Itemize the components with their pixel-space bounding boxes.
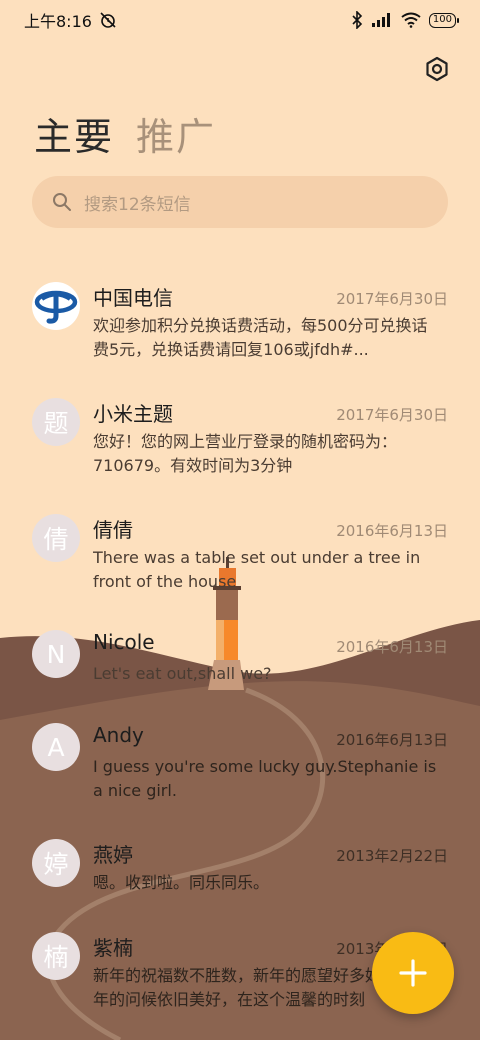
search-bar[interactable]: 搜索12条短信	[32, 176, 448, 228]
status-right: 100	[351, 11, 460, 29]
avatar: 倩	[32, 514, 80, 562]
alarm-off-icon	[100, 12, 116, 28]
conversation-item[interactable]: 题 小米主题 2017年6月30日 您好！您的网上营业厅登录的随机密码为：710…	[0, 386, 480, 486]
contact-name: Nicole	[93, 630, 155, 654]
search-icon	[53, 193, 71, 211]
message-preview: I guess you're some lucky guy.Stephanie …	[93, 757, 437, 800]
new-message-button[interactable]	[372, 932, 454, 1014]
contact-name: 小米主题	[93, 402, 173, 426]
message-preview: 您好！您的网上营业厅登录的随机密码为：710679。有效时间为3分钟	[93, 432, 398, 475]
conversation-item[interactable]: 倩 倩倩 2016年6月13日 There was a table set ou…	[0, 502, 480, 602]
china-telecom-logo-avatar	[32, 282, 80, 330]
message-date: 2013年2月22日	[336, 847, 448, 865]
conversation-item[interactable]: N Nicole 2016年6月13日 Let's eat out,shall …	[0, 618, 480, 718]
avatar: 婷	[32, 839, 80, 887]
message-date: 2016年6月13日	[336, 731, 448, 749]
contact-name: Andy	[93, 723, 144, 747]
message-preview: 嗯。收到啦。同乐同乐。	[93, 873, 270, 892]
status-bar: 上午8:16 100	[0, 0, 480, 40]
contact-name: 燕婷	[93, 843, 133, 867]
avatar: 题	[32, 398, 80, 446]
message-date: 2016年6月13日	[336, 638, 448, 656]
avatar: 楠	[32, 932, 80, 980]
message-date: 2017年6月30日	[336, 290, 448, 308]
status-time: 上午8:16	[24, 12, 92, 31]
message-preview: 欢迎参加积分兑换话费活动，每500分可兑换话费5元，兑换话费请回复106或jfd…	[93, 316, 428, 359]
message-date: 2016年6月13日	[336, 522, 448, 540]
bluetooth-icon	[352, 11, 363, 29]
gear-icon	[426, 56, 448, 82]
message-preview: Let's eat out,shall we?	[93, 664, 272, 683]
contact-name: 倩倩	[93, 518, 133, 542]
category-tabs: 主要 推广	[34, 106, 216, 161]
conversation-item[interactable]: A Andy 2016年6月13日 I guess you're some lu…	[0, 711, 480, 811]
status-left: 上午8:16	[24, 8, 118, 32]
plus-icon	[399, 959, 427, 987]
conversation-item[interactable]: 中国电信 2017年6月30日 欢迎参加积分兑换话费活动，每500分可兑换话费5…	[0, 270, 480, 370]
contact-name: 中国电信	[93, 286, 173, 310]
avatar: N	[32, 630, 80, 678]
message-preview: There was a table set out under a tree i…	[93, 548, 421, 591]
contact-name: 紫楠	[93, 936, 133, 960]
signal-icon	[371, 13, 390, 27]
tab-primary[interactable]: 主要	[34, 106, 114, 161]
tab-promotions[interactable]: 推广	[136, 106, 216, 161]
china-telecom-logo-icon	[34, 290, 78, 324]
avatar: A	[32, 723, 80, 771]
search-placeholder: 搜索12条短信	[84, 194, 191, 215]
wifi-icon	[401, 12, 421, 28]
settings-button[interactable]	[420, 52, 454, 86]
message-date: 2017年6月30日	[336, 406, 448, 424]
battery-icon: 100	[428, 12, 460, 28]
conversation-item[interactable]: 婷 燕婷 2013年2月22日 嗯。收到啦。同乐同乐。	[0, 827, 480, 927]
